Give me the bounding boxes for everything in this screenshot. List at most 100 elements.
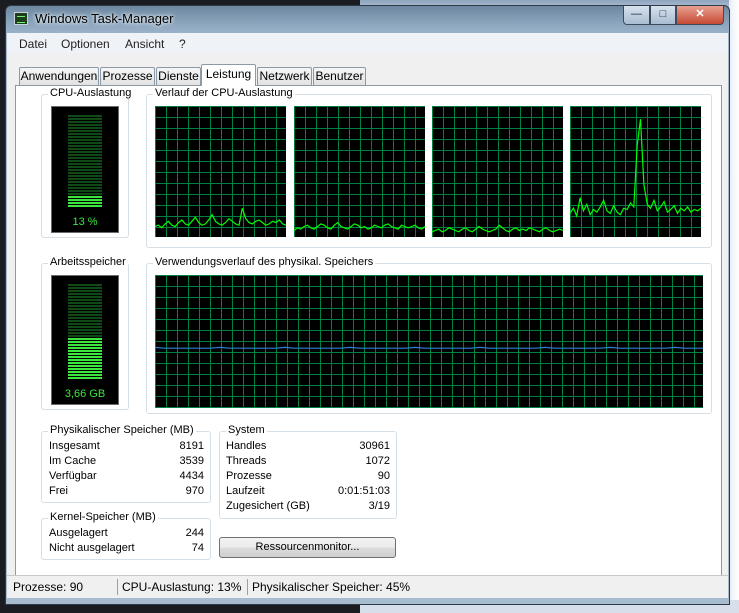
memory-meter-segment	[68, 350, 102, 352]
menu-view[interactable]: Ansicht	[125, 37, 164, 51]
kernel-nonpaged-label: Nicht ausgelagert	[49, 542, 135, 554]
minimize-button[interactable]: —	[623, 6, 650, 25]
memory-history-graph	[155, 275, 703, 408]
memory-meter-segment	[68, 347, 102, 349]
cpu-meter-segment	[68, 202, 102, 204]
memory-meter-segment	[68, 377, 102, 379]
cpu-meter-segment	[68, 121, 102, 123]
memory-meter-segment	[68, 302, 102, 304]
physical-free-value: 970	[185, 485, 204, 497]
menu-options[interactable]: Optionen	[61, 37, 110, 51]
menu-file[interactable]: Datei	[19, 37, 47, 51]
kernel-nonpaged-value: 74	[191, 542, 204, 554]
physical-free-label: Frei	[49, 485, 68, 497]
cpu-meter-segment	[68, 133, 102, 135]
memory-meter-segment	[68, 296, 102, 298]
tab-applications[interactable]: Anwendungen	[19, 67, 99, 85]
memory-history-title: Verwendungsverlauf des physikal. Speiche…	[153, 256, 376, 268]
tab-users[interactable]: Benutzer	[313, 67, 366, 85]
desktop-background-strip	[729, 0, 739, 613]
memory-meter-segment	[68, 359, 102, 361]
memory-meter-segment	[68, 371, 102, 373]
physical-cache-label: Im Cache	[49, 455, 97, 467]
memory-meter-segment	[68, 284, 102, 286]
usage-line	[432, 224, 563, 233]
usage-line	[155, 208, 286, 229]
cpu-meter-segment	[68, 127, 102, 129]
memory-meter-segment	[68, 362, 102, 364]
memory-meter-segment	[68, 341, 102, 343]
system-threads-value: 1072	[365, 455, 390, 467]
memory-usage-value: 3,66 GB	[64, 388, 106, 400]
cpu-core-graph-2	[294, 106, 425, 237]
graph-svg	[155, 106, 286, 237]
cpu-meter-segment	[68, 157, 102, 159]
system-processes-label: Prozesse	[226, 470, 272, 482]
memory-meter-segment	[68, 332, 102, 334]
physical-available-label: Verfügbar	[49, 470, 97, 482]
cpu-meter-segment	[68, 154, 102, 156]
cpu-meter-segment	[68, 190, 102, 192]
status-cpu: CPU-Auslastung: 13%	[117, 579, 245, 595]
performance-panel: CPU-Auslastung 13 % Verlauf der CPU-Ausl…	[15, 85, 722, 578]
tab-processes[interactable]: Prozesse	[100, 67, 155, 85]
resource-monitor-button[interactable]: Ressourcenmonitor...	[219, 537, 396, 558]
cpu-meter-segment	[68, 196, 102, 198]
cpu-usage-value: 13 %	[72, 216, 98, 228]
cpu-meter-segment	[68, 124, 102, 126]
cpu-meter-segment	[68, 205, 102, 207]
tab-performance[interactable]: Leistung	[201, 64, 256, 86]
cpu-meter-segment	[68, 199, 102, 201]
cpu-history-title: Verlauf der CPU-Auslastung	[153, 87, 295, 99]
usage-line	[155, 346, 703, 349]
window-title: Windows Task-Manager	[35, 11, 174, 26]
cpu-history-group: Verlauf der CPU-Auslastung	[146, 87, 712, 248]
status-memory: Physikalischer Speicher: 45%	[247, 579, 447, 595]
status-processes: Prozesse: 90	[13, 580, 84, 594]
memory-meter-segment	[68, 308, 102, 310]
memory-meter-segment	[68, 365, 102, 367]
close-button[interactable]: ✕	[676, 6, 724, 25]
memory-meter-segment	[68, 353, 102, 355]
memory-meter-segment	[68, 335, 102, 337]
cpu-meter-segment	[68, 145, 102, 147]
cpu-meter-segment	[68, 130, 102, 132]
system-uptime-value: 0:01:51:03	[338, 485, 390, 497]
cpu-meter-segment	[68, 160, 102, 162]
tab-services[interactable]: Dienste	[156, 67, 201, 85]
memory-meter-segment	[68, 344, 102, 346]
cpu-meter-segment	[68, 193, 102, 195]
physical-memory-title: Physikalischer Speicher (MB)	[48, 424, 196, 436]
maximize-button[interactable]: □	[650, 6, 676, 25]
physical-available-value: 4434	[179, 470, 204, 482]
cpu-meter-segment	[68, 118, 102, 120]
memory-meter-segment	[68, 305, 102, 307]
cpu-core-graph-4	[570, 106, 701, 237]
cpu-usage-group: CPU-Auslastung 13 %	[41, 87, 134, 238]
task-manager-app-icon[interactable]	[14, 12, 28, 25]
system-committed-value: 3/19	[368, 500, 390, 512]
cpu-core-graph-1	[155, 106, 286, 237]
cpu-meter-segment	[68, 139, 102, 141]
memory-usage-meter: 3,66 GB	[51, 275, 119, 405]
usage-line	[294, 221, 425, 231]
cpu-meter-segment	[68, 163, 102, 165]
cpu-meter-segment	[68, 115, 102, 117]
tab-network[interactable]: Netzwerk	[257, 67, 312, 85]
cpu-meter-segment	[68, 136, 102, 138]
menu-help[interactable]: ?	[179, 37, 186, 51]
title-bar[interactable]: Windows Task-Manager — □ ✕	[6, 6, 729, 32]
cpu-meter-segment	[68, 148, 102, 150]
memory-meter-segment	[68, 329, 102, 331]
kernel-memory-title: Kernel-Speicher (MB)	[48, 511, 158, 523]
cpu-core-graph-3	[432, 106, 563, 237]
graph-svg	[570, 106, 701, 237]
memory-meter-segment	[68, 317, 102, 319]
cpu-meter-segment	[68, 172, 102, 174]
status-bar: Prozesse: 90 CPU-Auslastung: 13% Physika…	[7, 575, 728, 598]
system-group: System Handles 30961 Threads 1072 Prozes…	[219, 424, 397, 519]
system-handles-label: Handles	[226, 440, 267, 452]
physical-total-label: Insgesamt	[49, 440, 100, 452]
memory-meter-segment	[68, 320, 102, 322]
graph-svg	[155, 275, 703, 408]
